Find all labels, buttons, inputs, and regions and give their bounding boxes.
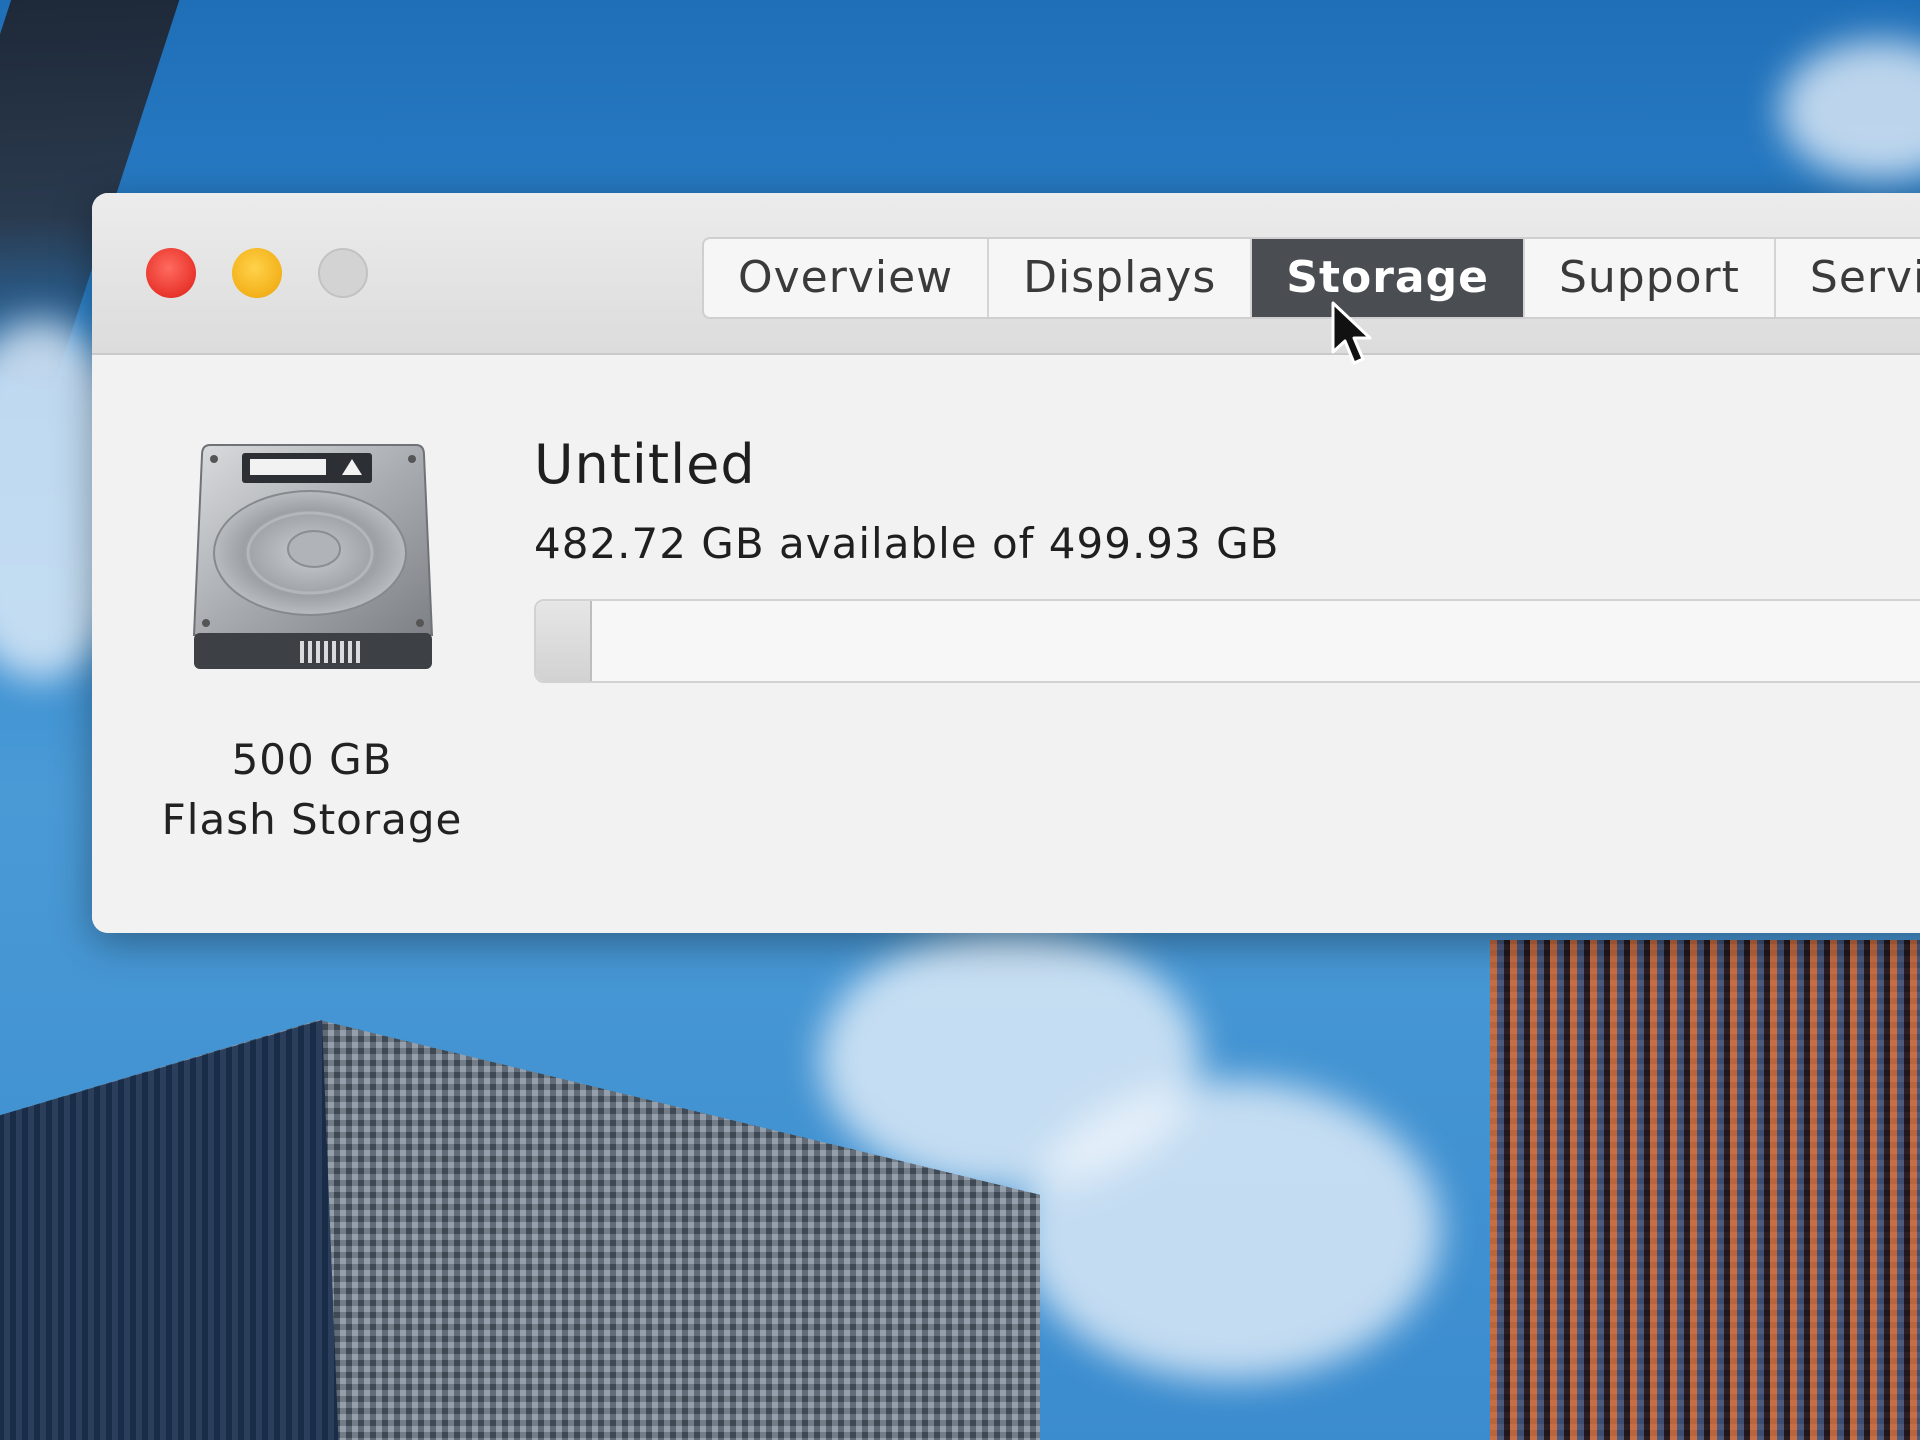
drive-capacity-label: 500 GB [231,735,393,784]
wallpaper-building-right [1490,940,1920,1440]
desktop-wallpaper: Overview Displays Storage Support Servic [0,0,1920,1440]
window-titlebar: Overview Displays Storage Support Servic [92,193,1920,355]
storage-usage-bar [534,599,1920,683]
about-this-mac-window: Overview Displays Storage Support Servic [92,193,1920,933]
tab-displays[interactable]: Displays [989,239,1253,317]
minimize-button[interactable] [232,248,282,298]
volume-name: Untitled [534,433,756,496]
tab-service[interactable]: Servic [1776,239,1920,317]
storage-usage-fill [536,601,592,681]
tab-bar: Overview Displays Storage Support Servic [702,237,1920,319]
wallpaper-cloud [1780,40,1920,180]
storage-availability-text: 482.72 GB available of 499.93 GB [534,519,1280,568]
drive-type-label: Flash Storage [161,795,463,844]
wallpaper-cloud [1020,1080,1440,1380]
tab-overview[interactable]: Overview [704,239,990,317]
zoom-button [318,248,368,298]
arrow-pointer-icon [1331,301,1372,365]
tab-storage[interactable]: Storage [1252,239,1525,317]
hard-drive-icon [192,444,434,669]
wallpaper-building-shadow [0,1020,340,1440]
tab-support[interactable]: Support [1525,239,1776,317]
storage-panel: 500 GB Flash Storage Untitled 482.72 GB … [92,355,1920,933]
close-button[interactable] [146,248,196,298]
